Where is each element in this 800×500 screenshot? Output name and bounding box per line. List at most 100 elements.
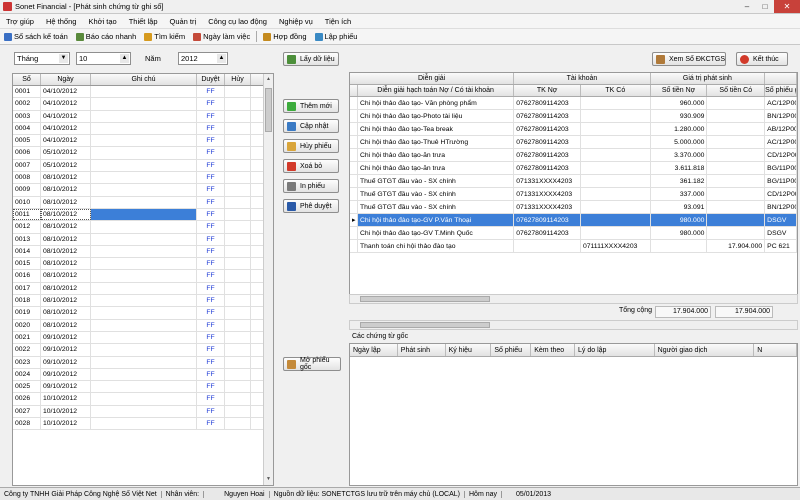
column-header[interactable]: Số phiếu [491,344,532,356]
scroll-thumb[interactable] [265,88,272,132]
period-type-select[interactable]: Tháng ▼ [14,52,70,65]
toolbar-button-4[interactable]: Hợp đồng [259,32,310,41]
table-row[interactable]: 0017 08/10/2012 FF [13,282,273,296]
table-row[interactable]: Thuế GTGT đầu vào - SX chính 071331XXXX42… [350,175,797,188]
table-row[interactable]: 0005 04/10/2012 FF [13,135,273,148]
table-row[interactable]: 0009 08/10/2012 FF [13,184,273,197]
table-row[interactable]: 0021 09/10/2012 FF [13,331,273,345]
view-book-button[interactable]: Xem Sổ ĐKCTGS [652,52,726,66]
scroll-up-icon[interactable]: ▲ [264,75,273,84]
table-row[interactable]: ▸ Chi hội thảo đào tạo-GV P.Văn Thoại 0762… [350,214,797,227]
exit-button[interactable]: Kết thúc [736,52,788,66]
toolbar-button-0[interactable]: Sổ sách kế toán [0,32,72,41]
column-header[interactable]: Ghi chú [91,74,197,85]
table-row[interactable]: 0023 09/10/2012 FF [13,356,273,369]
menu-item-5[interactable]: Công cụ lao động [202,17,273,26]
fetch-data-button[interactable]: Lấy dữ liệu [283,52,339,66]
table-row[interactable]: 0012 08/10/2012 FF [13,221,273,234]
toolbar-button-3[interactable]: Ngày làm việc [189,32,254,41]
toolbar-button-5[interactable]: Lập phiếu [311,32,362,41]
column-header[interactable]: Lý do lập [575,344,655,356]
maximize-button[interactable]: □ [756,0,774,13]
stepper-icon[interactable]: ▲ [217,54,226,63]
table-row[interactable]: 0011 08/10/2012 FF [13,208,273,222]
table-row[interactable]: 0026 10/10/2012 FF [13,393,273,406]
table-row[interactable]: 0014 08/10/2012 FF [13,245,273,259]
open-original-voucher-button[interactable]: Mở phiếu gốc [283,357,341,371]
update-button[interactable]: Cập nhật [283,119,339,133]
table-row[interactable]: 0027 10/10/2012 FF [13,405,273,419]
table-row[interactable]: 0013 08/10/2012 FF [13,233,273,246]
menu-item-6[interactable]: Nghiệp vụ [273,17,319,26]
voucher-list-scrollbar[interactable]: ▲ ▼ [263,74,273,485]
source-docs-grid[interactable]: Ngày lập Phát sinh Ký hiệu Số phiếu Kèm theo… [349,343,798,486]
column-header[interactable]: TK Nợ [514,85,581,96]
scroll-thumb[interactable] [360,322,490,328]
approve-button[interactable]: Phê duyệt [283,199,339,213]
table-row[interactable]: 0016 08/10/2012 FF [13,270,273,283]
add-button[interactable]: Thêm mới [283,99,339,113]
close-window-button[interactable]: ✕ [774,0,800,13]
cancel-voucher-button[interactable]: Hủy phiếu [283,139,339,153]
column-header[interactable]: Diễn giải hạch toán Nợ / Có tài khoản [358,85,515,96]
column-header[interactable]: TK Có [581,85,651,96]
menu-item-1[interactable]: Hệ thống [40,17,82,26]
table-row[interactable]: 0004 04/10/2012 FF [13,122,273,136]
menu-item-3[interactable]: Thiết lập [123,17,164,26]
toolbar-button-1[interactable]: Báo cáo nhanh [72,32,140,41]
column-header[interactable]: Ngày lập [350,344,398,356]
table-row[interactable]: Thuế GTGT đầu vào - SX chính 071331XXXX42… [350,201,797,214]
minimize-button[interactable]: – [738,0,756,13]
table-row[interactable]: 0018 08/10/2012 FF [13,295,273,308]
voucher-list-grid[interactable]: Số Ngày Ghi chú Duyệt Hủy 0001 04/10/2012 FF 00… [12,73,274,486]
table-row[interactable]: 0015 08/10/2012 FF [13,258,273,271]
table-row[interactable]: Chi hội thảo đào tạo- Văn phòng phẩm 0762… [350,97,797,110]
table-row[interactable]: 0020 08/10/2012 FF [13,319,273,332]
table-row[interactable]: 0001 04/10/2012 FF [13,86,273,99]
table-row[interactable]: 0025 09/10/2012 FF [13,381,273,394]
entries-hscrollbar[interactable] [349,294,798,304]
table-row[interactable]: Chi hội thảo đào tạo-GV T.Minh Quốc 07627… [350,227,797,240]
column-header[interactable]: Duyệt [197,74,225,85]
delete-button[interactable]: Xoá bỏ [283,159,339,173]
print-button[interactable]: In phiếu [283,179,339,193]
table-row[interactable]: Chi hội thảo đào tạo-ăn trưa 076278091142… [350,162,797,175]
menu-item-4[interactable]: Quản trị [164,17,203,26]
table-row[interactable]: 0002 04/10/2012 FF [13,98,273,111]
table-row[interactable]: 0008 08/10/2012 FF [13,172,273,185]
column-header[interactable]: Số [13,74,41,85]
table-row[interactable]: 0007 05/10/2012 FF [13,159,273,173]
column-header[interactable]: Số tiền Nợ [651,85,708,96]
entries-grid[interactable]: Diễn giải Tài khoản Giá trị phát sinh Di… [349,72,798,297]
column-header[interactable]: Số phiếu gố [765,85,797,96]
column-header[interactable]: Ký hiệu [446,344,492,356]
totals-hscrollbar[interactable] [349,320,798,330]
month-stepper[interactable]: 10 ▲ [76,52,131,65]
table-row[interactable]: 0024 09/10/2012 FF [13,368,273,382]
stepper-icon[interactable]: ▲ [120,54,129,63]
scroll-down-icon[interactable]: ▼ [264,475,273,484]
column-header[interactable]: Người giao dịch [655,344,755,356]
table-row[interactable]: Chi hội thảo đào tạo-Thuê HTrường 0762780… [350,136,797,149]
toolbar-button-2[interactable]: Tìm kiếm [140,32,189,41]
table-row[interactable]: Chi hội thảo đào tạo-ăn trưa 076278091142… [350,149,797,162]
table-row[interactable]: 0003 04/10/2012 FF [13,110,273,123]
year-stepper[interactable]: 2012 ▲ [178,52,228,65]
column-header[interactable]: Ngày [41,74,91,85]
table-row[interactable]: 0006 05/10/2012 FF [13,147,273,160]
column-header[interactable]: Số tiền Có [707,85,766,96]
column-header[interactable]: Phát sinh [398,344,446,356]
menu-item-2[interactable]: Khởi tạo [82,17,122,26]
table-row[interactable]: 0028 10/10/2012 FF [13,418,273,431]
column-header[interactable]: Kèm theo [531,344,575,356]
menu-item-0[interactable]: Trợ giúp [0,17,40,26]
menu-item-7[interactable]: Tiện ích [319,17,357,26]
column-header[interactable]: Hủy [225,74,251,85]
table-row[interactable]: Thuế GTGT đầu vào - SX chính 071331XXXX42… [350,188,797,201]
table-row[interactable]: 0022 09/10/2012 FF [13,344,273,357]
table-row[interactable]: 0010 08/10/2012 FF [13,196,273,209]
table-row[interactable]: 0019 08/10/2012 FF [13,307,273,320]
chevron-down-icon[interactable]: ▼ [59,54,68,63]
column-header[interactable]: N [754,344,797,356]
table-row[interactable]: Chi hội thảo đào tạo-Tea break 0762780911… [350,123,797,136]
